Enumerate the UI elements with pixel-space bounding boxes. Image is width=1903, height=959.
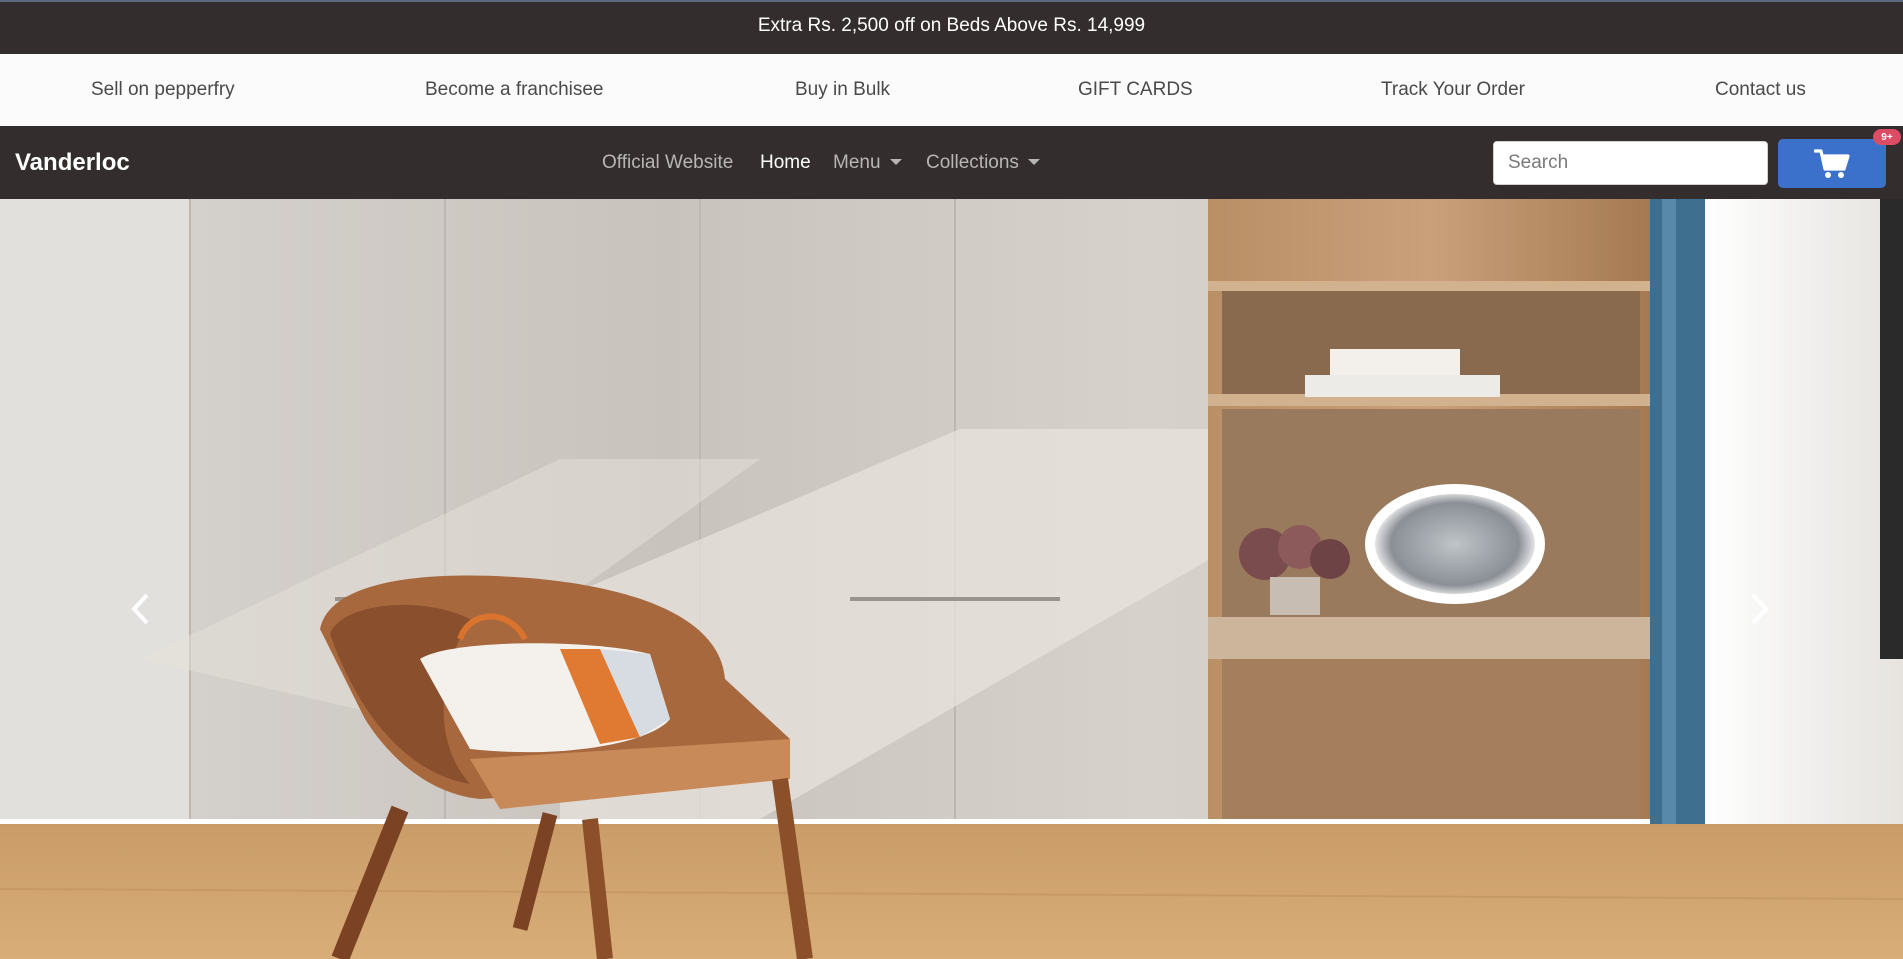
link-buy-in-bulk[interactable]: Buy in Bulk: [795, 79, 890, 101]
promo-bar: Extra Rs. 2,500 off on Beds Above Rs. 14…: [0, 0, 1903, 54]
link-sell-on-pepperfry[interactable]: Sell on pepperfry: [91, 79, 235, 101]
carousel-next-button[interactable]: [1740, 584, 1780, 634]
carousel-prev-button[interactable]: [120, 584, 160, 634]
shopping-cart-icon: [1814, 148, 1850, 178]
nav-menu-dropdown[interactable]: Menu: [833, 152, 902, 174]
cart-count-badge: 9+: [1873, 129, 1901, 145]
nav-home[interactable]: Home: [760, 152, 811, 174]
search-input[interactable]: [1493, 141, 1768, 185]
chevron-left-icon: [131, 593, 149, 625]
caret-down-icon: [1027, 159, 1040, 165]
brand-logo[interactable]: Vanderloc: [15, 149, 130, 177]
chevron-right-icon: [1751, 593, 1769, 625]
link-gift-cards[interactable]: GIFT CARDS: [1078, 79, 1193, 101]
nav-collections-label: Collections: [926, 152, 1019, 173]
nav-menu-label: Menu: [833, 152, 881, 173]
cart-button[interactable]: [1778, 139, 1886, 188]
promo-text: Extra Rs. 2,500 off on Beds Above Rs. 14…: [757, 15, 1146, 36]
hero-carousel: [0, 199, 1903, 959]
link-become-franchisee[interactable]: Become a franchisee: [425, 79, 604, 101]
top-links-bar: Sell on pepperfry Become a franchisee Bu…: [0, 54, 1903, 126]
link-track-order[interactable]: Track Your Order: [1381, 79, 1525, 101]
link-contact-us[interactable]: Contact us: [1715, 79, 1806, 101]
nav-collections-dropdown[interactable]: Collections: [926, 152, 1040, 174]
hero-image: [0, 199, 1903, 959]
nav-official-website[interactable]: Official Website: [602, 152, 733, 174]
caret-down-icon: [889, 159, 902, 165]
